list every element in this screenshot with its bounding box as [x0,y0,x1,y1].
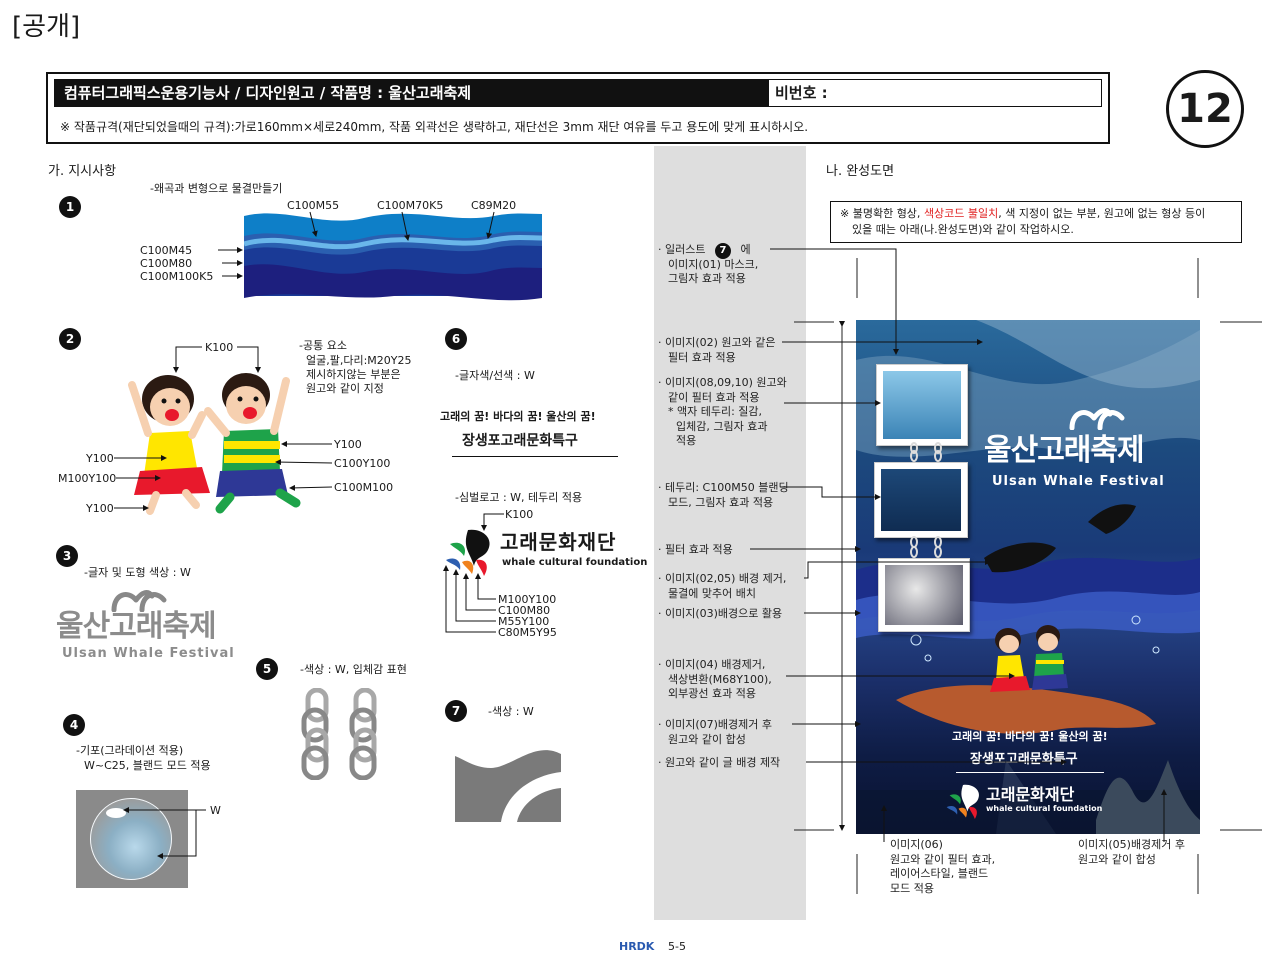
bottom-note-left-4: 모드 적용 [890,882,934,895]
bottom-note-left-1: 이미지(06) [890,838,943,851]
bottom-note-left-2: 원고와 같이 필터 효과, [890,853,996,866]
footer-page: 5-5 [668,940,686,953]
bottom-note-right-2: 원고와 같이 합성 [1078,853,1156,866]
bottom-note-right-1: 이미지(05)배경제거 후 [1078,838,1186,851]
poster-leader-lines [750,248,1167,842]
bottom-note-left-3: 레이어스타일, 블랜드 [890,867,989,880]
footer-brand: HRDK [619,940,655,953]
